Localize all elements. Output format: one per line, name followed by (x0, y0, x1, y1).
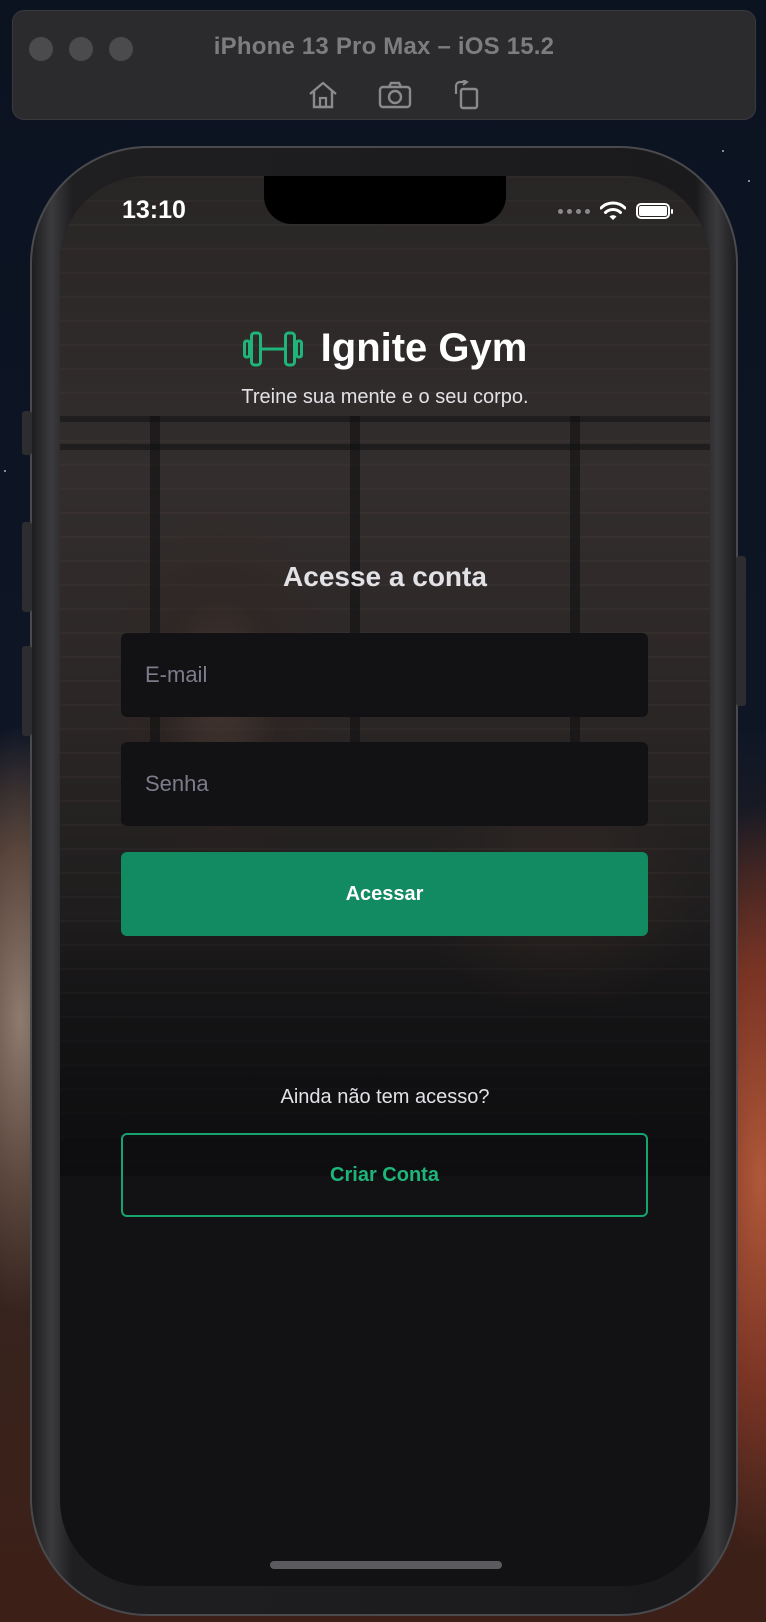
app-tagline: Treine sua mente e o seu corpo. (241, 386, 529, 408)
rotate-icon (454, 80, 479, 110)
phone-screen: 13:10 Ignite Gym Treine sua mente e o se… (60, 176, 710, 1586)
password-input[interactable] (121, 742, 648, 826)
rotate-button[interactable] (447, 75, 487, 115)
dumbbell-icon (242, 331, 303, 366)
simulator-toolbar (13, 75, 755, 115)
volume-down-button (22, 646, 32, 736)
status-time: 13:10 (122, 196, 186, 224)
app-title: Ignite Gym (320, 326, 528, 370)
home-button[interactable] (303, 75, 343, 115)
star (748, 180, 750, 182)
battery-icon (636, 203, 673, 219)
notch (264, 176, 506, 224)
wifi-icon (600, 201, 626, 220)
simulator-title-bar: iPhone 13 Pro Max – iOS 15.2 (12, 10, 756, 120)
screenshot-button[interactable] (375, 75, 415, 115)
no-access-text: Ainda não tem acesso? (280, 1086, 490, 1108)
simulator-title: iPhone 13 Pro Max – iOS 15.2 (213, 33, 555, 60)
login-button[interactable]: Acessar (121, 852, 648, 936)
app-brand: Ignite Gym (60, 326, 710, 371)
login-heading: Acesse a conta (283, 561, 487, 592)
status-indicators (558, 196, 673, 226)
power-button (736, 556, 746, 706)
star (722, 150, 724, 152)
home-indicator[interactable] (270, 1561, 502, 1569)
mute-switch (22, 411, 32, 455)
volume-up-button (22, 522, 32, 612)
camera-icon (378, 81, 412, 109)
battery-level (639, 206, 667, 216)
cellular-signal-icon (558, 208, 590, 214)
create-account-button[interactable]: Criar Conta (121, 1133, 648, 1217)
star (4, 470, 6, 472)
email-input[interactable] (121, 633, 648, 717)
home-icon (309, 81, 337, 109)
